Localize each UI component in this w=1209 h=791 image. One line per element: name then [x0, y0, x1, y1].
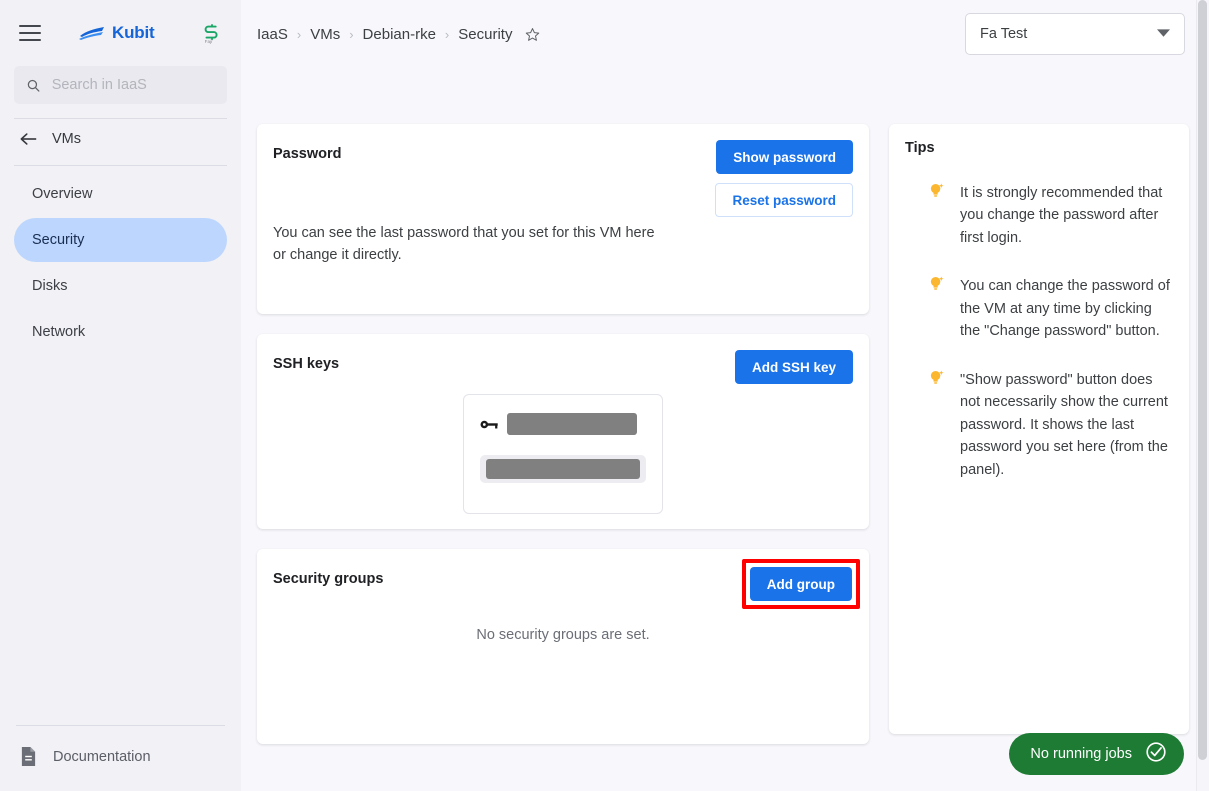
tip-item: It is strongly recommended that you chan…	[905, 182, 1173, 249]
sidebar-divider-bottom	[16, 725, 225, 726]
security-groups-empty-message: No security groups are set.	[476, 627, 650, 643]
hamburger-icon[interactable]	[16, 19, 44, 47]
star-outline-icon[interactable]	[525, 27, 540, 42]
page-scrollbar[interactable]	[1196, 0, 1209, 791]
password-card: Password Show password Reset password Yo…	[257, 124, 869, 314]
sidebar-item-label: Disks	[32, 278, 68, 294]
boat-icon	[79, 27, 104, 40]
tip-text: You can change the password of the VM at…	[960, 278, 1170, 340]
breadcrumb-item-iaas[interactable]: IaaS	[257, 26, 288, 43]
search-input[interactable]	[51, 77, 215, 93]
arrow-left-icon	[20, 132, 38, 146]
documentation-label: Documentation	[53, 748, 151, 765]
page-scrollbar-thumb[interactable]	[1198, 0, 1207, 760]
primary-column: Password Show password Reset password Yo…	[257, 124, 869, 744]
breadcrumb: IaaS › VMs › Debian-rke › Security	[257, 26, 540, 43]
add-group-highlight-annotation: Add group	[741, 559, 860, 609]
lightbulb-icon	[929, 275, 946, 342]
breadcrumb-item-security[interactable]: Security	[458, 26, 512, 43]
svg-text:Fajr: Fajr	[205, 39, 213, 44]
sidebar: Kubit Fajr Search in IaaS VMs Overview S…	[0, 0, 241, 791]
ssh-keys-list	[257, 394, 869, 514]
sidebar-item-label: Overview	[32, 186, 93, 202]
tips-column: Tips It is strongly recommended that you…	[889, 124, 1189, 734]
ssh-keys-card-title: SSH keys	[273, 356, 340, 372]
sidebar-item-overview[interactable]: Overview	[14, 172, 227, 216]
sidebar-back-to-vms[interactable]: VMs	[0, 119, 241, 159]
tip-item: "Show password" button does not necessar…	[905, 369, 1173, 481]
project-selector-value: Fa Test	[980, 26, 1028, 42]
breadcrumb-separator: ›	[296, 26, 302, 42]
search-icon	[27, 79, 40, 92]
partner-logo-icon[interactable]: Fajr	[199, 20, 225, 46]
breadcrumb-item-vms[interactable]: VMs	[310, 26, 340, 43]
key-icon	[480, 420, 498, 428]
security-groups-card: Security groups Add group No security gr…	[257, 549, 869, 744]
breadcrumb-separator: ›	[444, 26, 450, 42]
running-jobs-label: No running jobs	[1030, 746, 1132, 762]
ssh-keys-card-actions: Add SSH key	[734, 350, 853, 384]
sidebar-nav: Overview Security Disks Network	[0, 166, 241, 354]
sidebar-item-security[interactable]: Security	[14, 218, 227, 262]
sidebar-item-network[interactable]: Network	[14, 310, 227, 354]
breadcrumb-separator: ›	[349, 26, 354, 42]
check-circle-icon	[1145, 741, 1167, 768]
ssh-key-name-redacted	[507, 413, 637, 435]
tip-item: You can change the password of the VM at…	[905, 275, 1173, 342]
running-jobs-status[interactable]: No running jobs	[1009, 733, 1184, 775]
brand-logo[interactable]: Kubit	[78, 23, 155, 43]
password-card-header: Password Show password Reset password	[257, 124, 869, 217]
sidebar-item-label: Security	[32, 232, 85, 248]
ssh-keys-card-header: SSH keys Add SSH key	[257, 334, 869, 384]
sidebar-item-label: Network	[32, 324, 86, 340]
ssh-key-name-row	[480, 413, 646, 435]
add-group-button[interactable]: Add group	[749, 567, 852, 601]
project-selector[interactable]: Fa Test	[965, 13, 1185, 55]
ssh-keys-card: SSH keys Add SSH key	[257, 334, 869, 529]
tips-title: Tips	[905, 140, 935, 156]
reset-password-button[interactable]: Reset password	[715, 183, 853, 217]
main-area: IaaS › VMs › Debian-rke › Security Fa Te…	[241, 0, 1209, 791]
security-groups-card-title: Security groups	[273, 571, 384, 587]
topbar: IaaS › VMs › Debian-rke › Security Fa Te…	[241, 0, 1209, 68]
sidebar-back-label: VMs	[52, 131, 81, 147]
password-card-actions: Show password Reset password	[715, 140, 853, 217]
tip-text: "Show password" button does not necessar…	[960, 371, 1168, 478]
ssh-key-item[interactable]	[463, 394, 663, 514]
sidebar-item-disks[interactable]: Disks	[14, 264, 227, 308]
password-card-title: Password	[273, 146, 342, 162]
ssh-key-value-row	[480, 455, 646, 483]
ssh-key-value-redacted	[486, 459, 640, 479]
brand-name: Kubit	[112, 23, 155, 42]
password-card-description: You can see the last password that you s…	[273, 225, 655, 263]
lightbulb-icon	[929, 182, 946, 249]
lightbulb-icon	[929, 369, 946, 481]
content-area: Password Show password Reset password Yo…	[241, 68, 1209, 791]
sidebar-footer: Documentation	[0, 725, 241, 791]
tip-text: It is strongly recommended that you chan…	[960, 185, 1163, 246]
tips-card: Tips It is strongly recommended that you…	[889, 124, 1189, 734]
document-icon	[21, 747, 36, 766]
show-password-button[interactable]: Show password	[716, 140, 853, 174]
breadcrumb-item-debian-rke[interactable]: Debian-rke	[363, 26, 436, 43]
sidebar-header: Kubit Fajr	[0, 0, 241, 66]
add-ssh-key-button[interactable]: Add SSH key	[734, 350, 853, 384]
search-box[interactable]	[14, 66, 227, 104]
sidebar-item-documentation[interactable]: Documentation	[0, 736, 241, 777]
chevron-down-icon	[1157, 25, 1170, 43]
app-root: Kubit Fajr Search in IaaS VMs Overview S…	[0, 0, 1209, 791]
